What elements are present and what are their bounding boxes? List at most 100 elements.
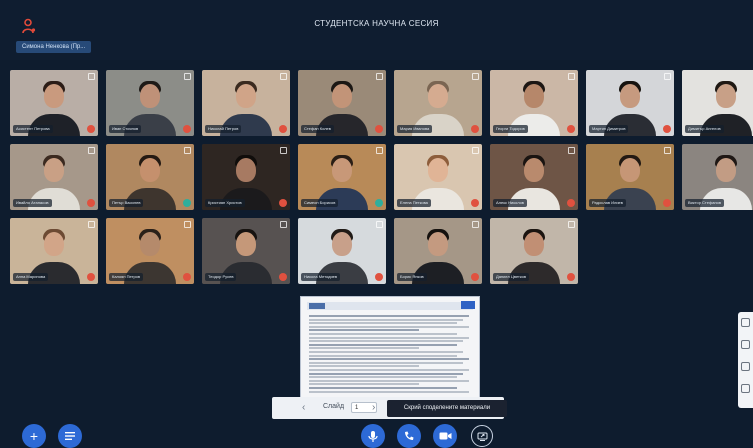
mic-muted-icon xyxy=(375,273,383,281)
mic-muted-icon xyxy=(183,125,191,133)
fullscreen-icon[interactable] xyxy=(88,73,95,80)
participant-face xyxy=(236,232,256,256)
participant-name: Калоян Петров xyxy=(109,273,144,281)
participant-face xyxy=(428,158,448,182)
top-bar: Симона Ненкова (Пр... СТУДЕНТСКА НАУЧНА … xyxy=(0,0,753,60)
mic-muted-icon xyxy=(375,125,383,133)
participant-tile[interactable]: Симеон Борисов xyxy=(298,144,386,210)
shapes-tool-icon[interactable] xyxy=(741,384,750,393)
shared-document[interactable] xyxy=(300,296,480,400)
document-text-line xyxy=(309,354,457,357)
participant-face xyxy=(236,84,256,108)
participant-name: Мария Иванова xyxy=(397,125,433,133)
fullscreen-icon[interactable] xyxy=(184,147,191,154)
participant-tile[interactable]: Асистент Петрова xyxy=(10,70,98,136)
fullscreen-icon[interactable] xyxy=(472,73,479,80)
document-text-line xyxy=(309,383,419,386)
participant-name: Борис Янков xyxy=(397,273,427,281)
microphone-button[interactable] xyxy=(361,424,385,448)
participant-face xyxy=(524,84,544,108)
annotation-toolbar xyxy=(738,312,753,408)
participant-tile[interactable]: Димитър Ангелов xyxy=(682,70,753,136)
participant-tile[interactable]: Георги Тодоров xyxy=(490,70,578,136)
participant-tile[interactable]: Ивайло Атанасов xyxy=(10,144,98,210)
participant-tile[interactable]: Петър Василев xyxy=(106,144,194,210)
participant-tile[interactable]: Елена Петкова xyxy=(394,144,482,210)
participant-tile[interactable]: Кристиян Христов xyxy=(202,144,290,210)
participant-face xyxy=(428,84,448,108)
camera-button[interactable] xyxy=(433,424,457,448)
fullscreen-icon[interactable] xyxy=(376,73,383,80)
participant-tile[interactable]: Стефан Колев xyxy=(298,70,386,136)
text-tool-icon[interactable] xyxy=(741,362,750,371)
participant-name: Алекс Николов xyxy=(493,199,527,207)
fullscreen-icon[interactable] xyxy=(472,221,479,228)
fullscreen-icon[interactable] xyxy=(664,147,671,154)
participant-name: Никола Методиев xyxy=(301,273,341,281)
document-expand-button[interactable] xyxy=(461,301,475,309)
participant-face xyxy=(524,232,544,256)
leave-call-button[interactable] xyxy=(397,424,421,448)
mic-muted-icon xyxy=(663,125,671,133)
pencil-tool-icon[interactable] xyxy=(741,340,750,349)
fullscreen-icon[interactable] xyxy=(376,221,383,228)
next-slide-icon[interactable]: › xyxy=(372,402,375,413)
chat-icon xyxy=(65,432,75,440)
participant-name: Даниел Цветков xyxy=(493,273,530,281)
session-title: СТУДЕНТСКА НАУЧНА СЕСИЯ xyxy=(314,19,439,28)
participant-tile[interactable]: Анна Маринова xyxy=(10,218,98,284)
fullscreen-icon[interactable] xyxy=(568,73,575,80)
participant-face xyxy=(44,84,64,108)
participant-tile[interactable]: Никола Методиев xyxy=(298,218,386,284)
fullscreen-icon[interactable] xyxy=(184,221,191,228)
fullscreen-icon[interactable] xyxy=(664,73,671,80)
document-text-line xyxy=(309,340,463,343)
hide-shared-materials-tooltip: Скрий споделените материали xyxy=(387,400,507,417)
participant-tile[interactable]: Даниел Цветков xyxy=(490,218,578,284)
mic-muted-icon xyxy=(471,199,479,207)
participant-tile[interactable]: Иван Стоянов xyxy=(106,70,194,136)
participant-grid: Асистент Петрова Иван Стоянов Николай Петр… xyxy=(10,70,753,284)
fullscreen-icon[interactable] xyxy=(280,221,287,228)
document-logo xyxy=(309,303,325,309)
share-screen-icon xyxy=(477,432,487,441)
slide-label: Слайд xyxy=(323,403,345,410)
fullscreen-icon[interactable] xyxy=(472,147,479,154)
participant-tile[interactable]: Теодор Русев xyxy=(202,218,290,284)
participant-tile[interactable]: Виктор Стефанов xyxy=(682,144,753,210)
fullscreen-icon[interactable] xyxy=(280,73,287,80)
participant-face xyxy=(332,158,352,182)
fullscreen-icon[interactable] xyxy=(88,147,95,154)
fullscreen-icon[interactable] xyxy=(568,147,575,154)
mic-on-icon xyxy=(183,199,191,207)
participant-tile[interactable]: Мартин Димитров xyxy=(586,70,674,136)
document-text-line xyxy=(309,347,419,350)
fullscreen-icon[interactable] xyxy=(280,147,287,154)
participant-tile[interactable]: Николай Петров xyxy=(202,70,290,136)
fullscreen-icon[interactable] xyxy=(568,221,575,228)
fullscreen-icon[interactable] xyxy=(184,73,191,80)
participant-name: Димитър Ангелов xyxy=(685,125,724,133)
document-text-line xyxy=(309,343,457,346)
participant-tile[interactable]: Борис Янков xyxy=(394,218,482,284)
participant-tile[interactable]: Калоян Петров xyxy=(106,218,194,284)
participant-name: Стефан Колев xyxy=(301,125,334,133)
participant-face xyxy=(140,84,160,108)
fullscreen-icon[interactable] xyxy=(88,221,95,228)
participant-name: Николай Петров xyxy=(205,125,242,133)
mic-muted-icon xyxy=(279,125,287,133)
presenter-chip[interactable]: Симона Ненкова (Пр... xyxy=(16,41,92,53)
document-text-line xyxy=(309,369,469,371)
participant-tile[interactable]: Мария Иванова xyxy=(394,70,482,136)
chat-button[interactable] xyxy=(58,424,82,448)
participant-name: Виктор Стефанов xyxy=(685,199,725,207)
document-text-line xyxy=(309,315,469,317)
add-button[interactable]: + xyxy=(22,424,46,448)
participant-name: Иван Стоянов xyxy=(109,125,142,133)
participant-tile[interactable]: Радослав Илиев xyxy=(586,144,674,210)
fullscreen-icon[interactable] xyxy=(376,147,383,154)
hand-tool-icon[interactable] xyxy=(741,318,750,327)
document-text-line xyxy=(309,358,469,361)
previous-slide-icon[interactable]: ‹ xyxy=(302,402,305,413)
participant-tile[interactable]: Алекс Николов xyxy=(490,144,578,210)
